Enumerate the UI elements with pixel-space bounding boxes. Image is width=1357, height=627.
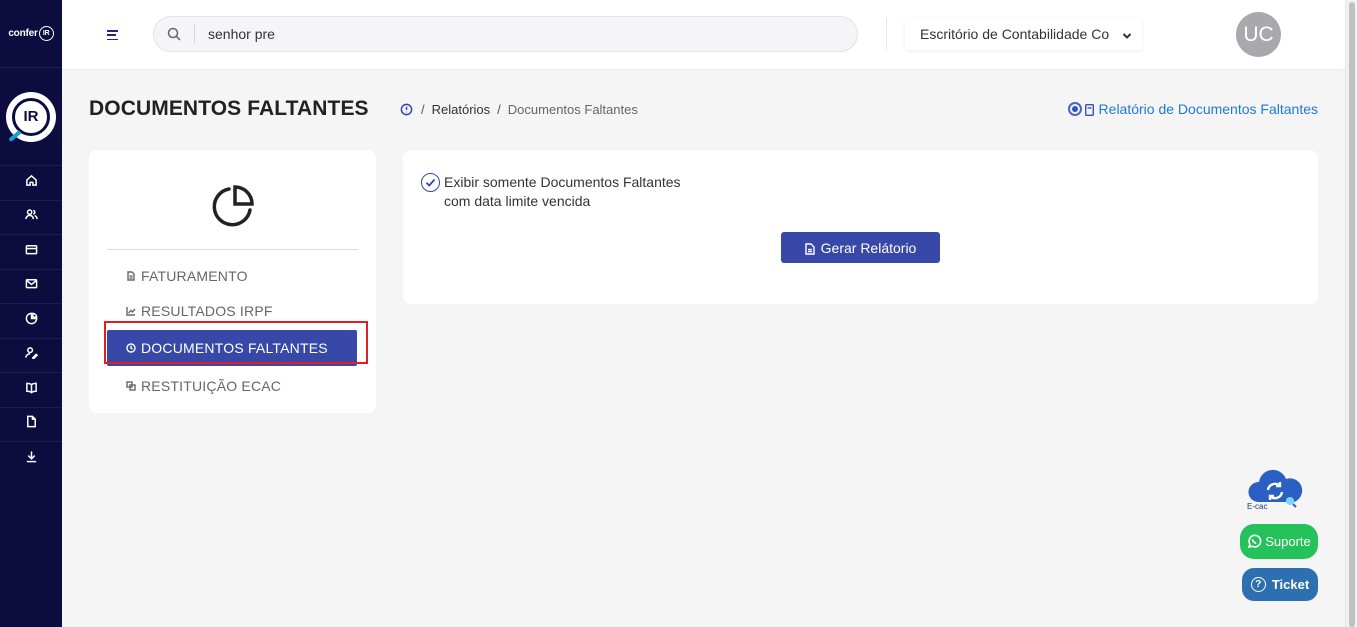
generate-report-button[interactable]: Gerar Relátorio [781,232,940,263]
logo-icon: IR [6,91,56,142]
top-divider [886,18,887,50]
hamburger-line [107,34,116,36]
rail-item-book[interactable] [0,373,62,408]
download-icon [25,450,38,468]
clock-icon [126,343,136,353]
report-options-card: Exibir somente Documentos Faltantes com … [403,150,1318,304]
search-divider [194,24,195,44]
rail-logo[interactable]: IR [0,68,62,166]
report-menu-item-resultados-irpf[interactable]: RESULTADOS IRPF [107,293,358,328]
users-icon [24,208,38,226]
chevron-down-icon [1122,28,1132,39]
search-input[interactable] [208,26,808,42]
breadcrumb-reports[interactable]: Relatórios [432,102,491,117]
card-divider [107,249,358,250]
rail-brand[interactable]: confer IR [0,0,62,68]
support-label: Suporte [1265,534,1311,549]
rail-item-file[interactable] [0,408,62,442]
rail-item-download[interactable] [0,442,62,477]
report-type-card: FATURAMENTO RESULTADOS IRPF DOCUMENTOS F… [89,150,376,413]
hamburger-menu-button[interactable] [107,30,119,40]
copy-icon [126,380,136,391]
line-chart-icon [126,306,136,316]
checkbox-label: Exibir somente Documentos Faltantes com … [444,174,681,209]
report-menu-item-restituicao-ecac[interactable]: RESTITUIÇÃO ECAC [107,368,358,403]
breadcrumb-separator: / [421,102,425,117]
whatsapp-icon [1247,534,1262,549]
document-icon [1084,103,1094,117]
brand-badge: IR [38,26,54,41]
office-select-value: Escritório de Contabilidade Co [920,26,1110,42]
report-menu-label: FATURAMENTO [141,267,248,284]
home-icon [25,174,38,192]
file-icon [25,415,38,433]
ecac-button[interactable]: E-cac [1244,466,1308,514]
generate-report-label: Gerar Relátorio [820,239,917,256]
card-icon [25,243,38,261]
page-scrollbar[interactable] [1345,0,1357,627]
hamburger-line [107,30,118,32]
breadcrumb-current: Documentos Faltantes [507,102,638,117]
brand-text: confer [8,28,38,39]
question-icon: ? [1250,577,1266,592]
rail-item-home[interactable] [0,166,62,201]
report-link-label: Relatório de Documentos Faltantes [1098,101,1318,117]
support-whatsapp-button[interactable]: Suporte [1240,524,1318,559]
pie-chart-icon [208,183,256,231]
rail-item-users[interactable] [0,201,62,235]
expired-only-checkbox[interactable]: Exibir somente Documentos Faltantes com … [421,173,684,211]
chart-pie-icon [25,312,38,330]
office-select[interactable]: Escritório de Contabilidade Co [905,18,1142,50]
search-icon[interactable] [154,27,194,41]
scrollbar-thumb[interactable] [1349,2,1355,627]
report-menu-label: RESULTADOS IRPF [141,302,273,319]
mail-icon [25,277,38,295]
report-menu-item-documentos-faltantes[interactable]: DOCUMENTOS FALTANTES [107,330,357,366]
search-box [153,16,858,52]
breadcrumb: / Relatórios / Documentos Faltantes [400,102,645,117]
file-icon [126,270,136,281]
logo-text: IR [12,97,50,136]
top-bar: Escritório de Contabilidade Co UC [62,0,1345,69]
breadcrumb-home-icon[interactable] [400,103,413,116]
left-rail: confer IR IR [0,0,62,627]
brand-logo-small: confer IR [8,26,54,41]
rail-item-mail[interactable] [0,270,62,304]
rail-item-reports[interactable] [0,304,62,339]
report-link[interactable]: Relatório de Documentos Faltantes [1067,101,1318,117]
user-avatar[interactable]: UC [1236,12,1281,57]
hamburger-line [107,38,118,40]
report-menu-label: DOCUMENTOS FALTANTES [141,340,328,356]
ecac-label: E-cac [1247,502,1268,511]
check-circle-icon[interactable] [421,173,440,192]
user-edit-icon [24,346,38,364]
file-text-icon [804,242,815,255]
breadcrumb-separator: / [497,102,501,117]
report-menu-label: RESTITUIÇÃO ECAC [141,377,282,394]
report-menu-item-faturamento[interactable]: FATURAMENTO [107,258,358,293]
rail-nav [0,166,62,477]
rail-item-user-edit[interactable] [0,339,62,373]
radio-icon [1067,102,1082,116]
book-icon [25,381,38,399]
ticket-label: Ticket [1271,577,1310,592]
report-menu: FATURAMENTO RESULTADOS IRPF DOCUMENTOS F… [107,258,358,403]
page-title: DOCUMENTOS FALTANTES [89,97,369,120]
rail-item-card[interactable] [0,235,62,270]
ticket-button[interactable]: ? Ticket [1242,568,1318,601]
